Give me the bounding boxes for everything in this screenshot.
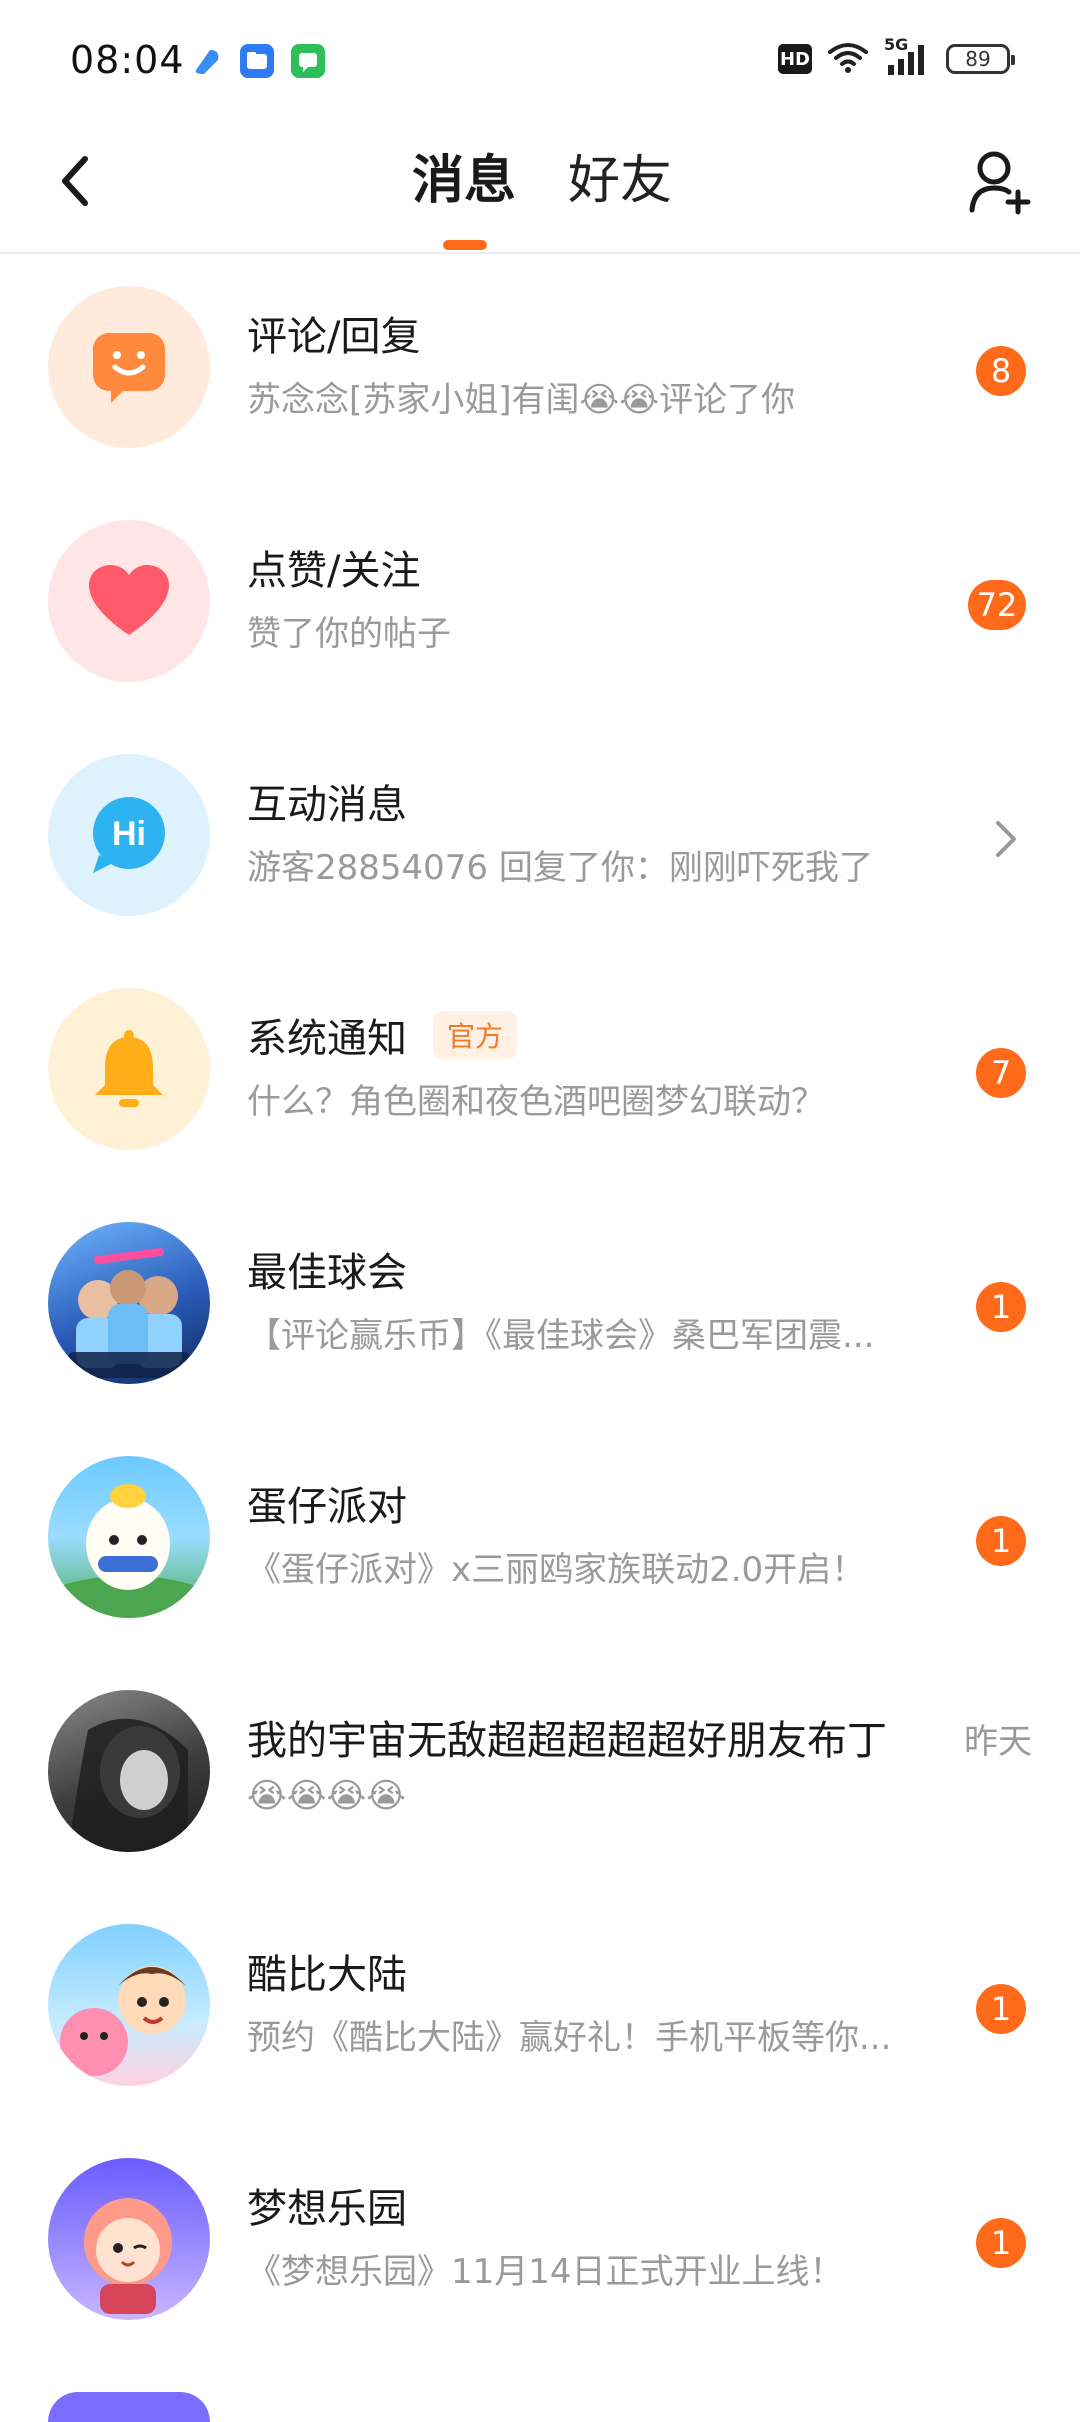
avatar xyxy=(48,988,210,1150)
list-item-friend-chat[interactable]: 我的宇宙无敌超超超超超好朋友布丁 昨天 😭😭😭😭 xyxy=(0,1658,1080,1892)
list-item-likes[interactable]: 点赞/关注 赞了你的帖子 72 xyxy=(0,488,1080,722)
item-subtitle: 苏念念[苏家小姐]有闺😭😭评论了你 xyxy=(247,380,795,420)
item-title: 酷比大陆 xyxy=(247,1952,407,1998)
avatar-image xyxy=(48,1690,210,1852)
list-item-interactions[interactable]: Hi 互动消息 游客28854076 回复了你：刚刚吓死我了 xyxy=(0,722,1080,956)
unread-badge: 1 xyxy=(976,2218,1026,2268)
unread-badge: 1 xyxy=(976,1282,1026,1332)
tab-friends[interactable]: 好友 xyxy=(568,146,672,216)
chevron-right-icon xyxy=(986,814,1026,864)
avatar xyxy=(48,286,210,448)
avatar-image xyxy=(48,1456,210,1618)
bell-icon xyxy=(95,1030,163,1107)
status-right-group: HD 5G 89 xyxy=(778,35,1015,78)
unread-badge: 1 xyxy=(976,1516,1026,1566)
official-tag: 官方 xyxy=(433,1011,518,1059)
list-item-dream-park[interactable]: 梦想乐园 《梦想乐园》11月14日正式开业上线！ 1 xyxy=(0,2126,1080,2360)
heart-icon xyxy=(89,565,169,635)
list-item-kubi-continent[interactable]: 酷比大陆 预约《酷比大陆》赢好礼！手机平板等你... 1 xyxy=(0,1892,1080,2126)
avatar-image xyxy=(48,2392,210,2422)
svg-text:Hi: Hi xyxy=(112,815,146,853)
avatar xyxy=(48,520,210,682)
status-time: 08:04 xyxy=(70,38,185,82)
unread-badge: 72 xyxy=(968,580,1026,630)
notification-message-icon xyxy=(291,44,325,78)
list-item-comments[interactable]: 评论/回复 苏念念[苏家小姐]有闺😭😭评论了你 8 xyxy=(0,254,1080,488)
item-subtitle: 预约《酷比大陆》赢好礼！手机平板等你... xyxy=(247,2018,892,2058)
item-subtitle: 😭😭😭😭 xyxy=(247,1776,406,1816)
unread-badge: 7 xyxy=(976,1048,1026,1098)
hd-indicator: HD xyxy=(778,44,812,74)
avatar-image xyxy=(48,2158,210,2320)
list-item-partial[interactable] xyxy=(0,2360,1080,2422)
unread-badge: 1 xyxy=(976,1984,1026,2034)
battery-icon: 89 xyxy=(946,44,1015,74)
add-person-icon xyxy=(969,151,1031,215)
comment-smile-icon xyxy=(93,333,165,403)
item-subtitle: 《蛋仔派对》x三丽鸥家族联动2.0开启！ xyxy=(247,1550,866,1590)
tab-messages[interactable]: 消息 xyxy=(412,146,516,216)
notification-folder-icon xyxy=(240,44,274,78)
item-subtitle: 赞了你的帖子 xyxy=(247,614,451,654)
avatar-image xyxy=(48,1222,210,1384)
item-title-text: 系统通知 xyxy=(247,1016,407,1062)
avatar-image xyxy=(48,1924,210,2086)
item-title: 系统通知 官方 xyxy=(247,1006,518,1064)
notification-app-icon xyxy=(190,44,224,78)
item-title: 评论/回复 xyxy=(247,314,421,360)
add-friend-button[interactable] xyxy=(960,142,1040,222)
item-title: 点赞/关注 xyxy=(247,548,421,594)
item-title: 我的宇宙无敌超超超超超好朋友布丁 xyxy=(247,1718,887,1764)
list-item-eggy-party[interactable]: 蛋仔派对 《蛋仔派对》x三丽鸥家族联动2.0开启！ 1 xyxy=(0,1424,1080,1658)
chevron-left-icon xyxy=(62,156,88,206)
item-subtitle: 【评论赢乐币】《最佳球会》桑巴军团震... xyxy=(247,1316,875,1356)
cell-signal-icon: 5G xyxy=(884,35,932,77)
message-list: 评论/回复 苏念念[苏家小姐]有闺😭😭评论了你 8 点赞/关注 赞了你的帖子 7… xyxy=(0,254,1080,2422)
item-subtitle: 什么？角色圈和夜色酒吧圈梦幻联动？ xyxy=(247,1082,825,1122)
item-subtitle: 《梦想乐园》11月14日正式开业上线！ xyxy=(247,2252,844,2292)
hi-bubble-icon: Hi xyxy=(93,797,165,873)
list-item-system-notice[interactable]: 系统通知 官方 什么？角色圈和夜色酒吧圈梦幻联动？ 7 xyxy=(0,956,1080,1190)
item-time: 昨天 xyxy=(964,1722,1032,1762)
top-nav-bar: 消息 好友 xyxy=(0,120,1080,254)
item-title: 最佳球会 xyxy=(247,1250,407,1296)
back-button[interactable] xyxy=(40,146,110,216)
status-bar: 08:04 HD 5G 89 xyxy=(0,0,1080,120)
active-tab-indicator xyxy=(443,240,487,250)
avatar: Hi xyxy=(48,754,210,916)
list-item-best-club[interactable]: 最佳球会 【评论赢乐币】《最佳球会》桑巴军团震... 1 xyxy=(0,1190,1080,1424)
wifi-icon xyxy=(826,40,870,78)
unread-badge: 8 xyxy=(976,346,1026,396)
item-title: 梦想乐园 xyxy=(247,2186,407,2232)
item-title: 蛋仔派对 xyxy=(247,1484,407,1530)
item-title: 互动消息 xyxy=(247,782,407,828)
item-subtitle: 游客28854076 回复了你：刚刚吓死我了 xyxy=(247,848,873,888)
